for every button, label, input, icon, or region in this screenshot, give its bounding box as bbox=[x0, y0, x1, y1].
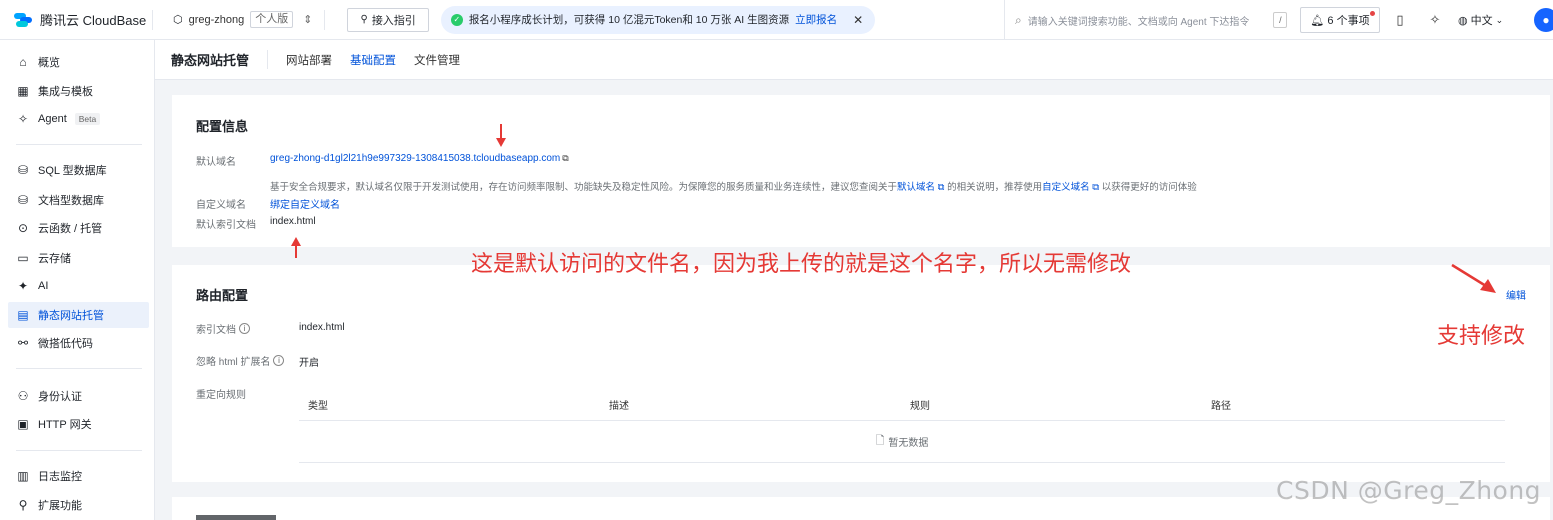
watermark: CSDN @Greg_Zhong bbox=[1276, 476, 1542, 505]
arrow-to-index-doc bbox=[291, 237, 301, 258]
arrow-to-domain bbox=[496, 124, 506, 147]
annotation-main: 这是默认访问的文件名，因为我上传的就是这个名字，所以无需修改 bbox=[471, 252, 1132, 277]
arrow-to-edit bbox=[1451, 263, 1496, 293]
annotation-edit: 支持修改 bbox=[1437, 324, 1526, 349]
